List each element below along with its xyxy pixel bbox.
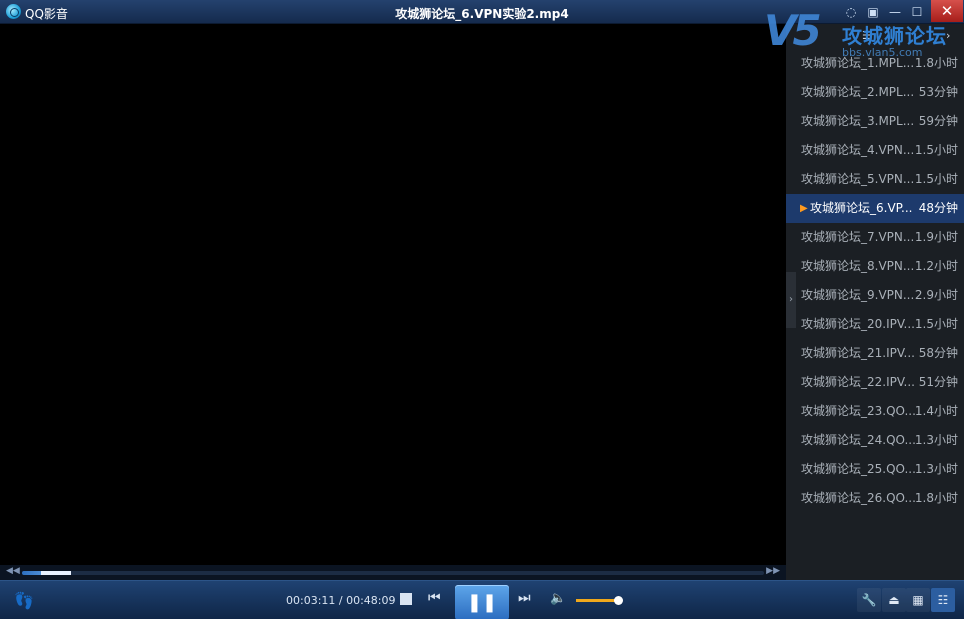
screenshot-icon[interactable]: ▦ xyxy=(906,588,930,612)
playlist-item-duration: 1.5小时 xyxy=(914,143,958,157)
watermark-logo: V5 xyxy=(764,6,822,55)
playlist-item-name: 攻城狮论坛_7.VPN... xyxy=(801,230,915,244)
playlist-item[interactable]: 攻城狮论坛_24.QO... 1.3小时 xyxy=(786,426,964,455)
playlist-item-name: 攻城狮论坛_4.VPN... xyxy=(801,143,915,157)
footprint-icon[interactable]: 👣 xyxy=(14,591,34,610)
playlist-item-name: 攻城狮论坛_23.QO... xyxy=(801,404,916,418)
playlist-item[interactable]: 攻城狮论坛_23.QO... 1.4小时 xyxy=(786,397,964,426)
watermark-text: 攻城狮论坛 xyxy=(842,24,947,48)
playlist-item-name: 攻城狮论坛_20.IPV... xyxy=(801,317,915,331)
playlist-item[interactable]: 攻城狮论坛_20.IPV... 1.5小时 xyxy=(786,310,964,339)
playlist-item-duration: 51分钟 xyxy=(918,375,958,389)
time-display: 00:03:11 / 00:48:09 xyxy=(286,594,396,607)
watermark: V5 攻城狮论坛 bbs.vlan5.com xyxy=(764,6,964,62)
playlist-item-duration: 59分钟 xyxy=(918,114,958,128)
playlist-item-name: 攻城狮论坛_24.QO... xyxy=(801,433,916,447)
playlist-item[interactable]: 攻城狮论坛_4.VPN... 1.5小时 xyxy=(786,136,964,165)
playlist-item-name: 攻城狮论坛_9.VPN... xyxy=(801,288,915,302)
eject-icon[interactable]: ⏏ xyxy=(882,588,906,612)
playlist-item-duration: 1.5小时 xyxy=(914,317,958,331)
playlist-item[interactable]: 攻城狮论坛_25.QO... 1.3小时 xyxy=(786,455,964,484)
volume-icon[interactable]: 🔈 xyxy=(550,591,566,606)
progress-bar[interactable] xyxy=(22,571,764,575)
playlist-item[interactable]: 攻城狮论坛_9.VPN... 2.9小时 xyxy=(786,281,964,310)
playlist-item-name: 攻城狮论坛_6.VP... xyxy=(810,201,913,215)
stop-button[interactable] xyxy=(400,593,412,605)
playlist-item-name: 攻城狮论坛_5.VPN... xyxy=(801,172,915,186)
previous-button[interactable]: ⏮ xyxy=(428,590,441,606)
seek-backward-icon[interactable]: ◀◀ xyxy=(6,566,20,576)
video-area[interactable] xyxy=(0,24,786,565)
progress-row: ◀◀ ▶▶ xyxy=(0,565,786,580)
progress-buffer xyxy=(41,571,71,575)
playlist-item[interactable]: 攻城狮论坛_3.MPL... 59分钟 xyxy=(786,107,964,136)
playlist-item[interactable]: 攻城狮论坛_21.IPV... 58分钟 xyxy=(786,339,964,368)
playlist-item-name: 攻城狮论坛_25.QO... xyxy=(801,462,916,476)
playlist-panel: ☰ › 攻城狮论坛_1.MPL... 1.8小时 攻城狮论坛_2.MPL... 53分… xyxy=(786,24,964,580)
playlist-item-duration: 58分钟 xyxy=(918,346,958,360)
playlist-item[interactable]: 攻城狮论坛_7.VPN... 1.9小时 xyxy=(786,223,964,252)
volume-slider[interactable] xyxy=(576,596,623,605)
now-playing-icon: ▶ xyxy=(800,203,808,214)
playlist-item-name: 攻城狮论坛_2.MPL... xyxy=(801,85,915,99)
playlist-item-name: 攻城狮论坛_21.IPV... xyxy=(801,346,915,360)
playlist: 攻城狮论坛_1.MPL... 1.8小时 攻城狮论坛_2.MPL... 53分钟 攻城狮… xyxy=(786,49,964,513)
playlist-item-duration: 48分钟 xyxy=(918,201,958,215)
tools-wrench-icon[interactable]: 🔧 xyxy=(857,588,881,612)
playlist-item-name: 攻城狮论坛_26.QO... xyxy=(801,491,916,505)
volume-fill xyxy=(576,599,618,602)
pause-button[interactable]: ❚❚ xyxy=(455,585,509,619)
control-bar: 👣 00:03:11 / 00:48:09 ⏮ ❚❚ ⏭ 🔈 🔧 ⏏ ▦ ☷ xyxy=(0,580,964,619)
playlist-item[interactable]: ▶ 攻城狮论坛_6.VP... 48分钟 xyxy=(786,194,964,223)
playlist-item-duration: 2.9小时 xyxy=(914,288,958,302)
playlist-item[interactable]: 攻城狮论坛_5.VPN... 1.5小时 xyxy=(786,165,964,194)
playlist-item-duration: 53分钟 xyxy=(918,85,958,99)
playlist-item[interactable]: 攻城狮论坛_22.IPV... 51分钟 xyxy=(786,368,964,397)
watermark-url: bbs.vlan5.com xyxy=(842,46,923,59)
playlist-item-duration: 1.4小时 xyxy=(914,404,958,418)
playlist-item-name: 攻城狮论坛_3.MPL... xyxy=(801,114,915,128)
playlist-toggle-icon[interactable]: ☷ xyxy=(931,588,955,612)
playlist-item-duration: 1.9小时 xyxy=(914,230,958,244)
playlist-item-duration: 1.8小时 xyxy=(914,491,958,505)
playlist-item[interactable]: 攻城狮论坛_26.QO... 1.8小时 xyxy=(786,484,964,513)
playlist-item-duration: 1.2小时 xyxy=(914,259,958,273)
playlist-item-duration: 1.3小时 xyxy=(914,433,958,447)
playlist-item[interactable]: 攻城狮论坛_8.VPN... 1.2小时 xyxy=(786,252,964,281)
playlist-item[interactable]: 攻城狮论坛_2.MPL... 53分钟 xyxy=(786,78,964,107)
next-button[interactable]: ⏭ xyxy=(518,590,531,606)
seek-forward-icon[interactable]: ▶▶ xyxy=(766,566,780,576)
volume-knob[interactable] xyxy=(613,596,623,605)
playlist-item-duration: 1.3小时 xyxy=(914,462,958,476)
playlist-item-name: 攻城狮论坛_22.IPV... xyxy=(801,375,915,389)
playlist-item-name: 攻城狮论坛_8.VPN... xyxy=(801,259,915,273)
playlist-toggle-handle[interactable]: › xyxy=(786,272,796,328)
playlist-item-duration: 1.5小时 xyxy=(914,172,958,186)
